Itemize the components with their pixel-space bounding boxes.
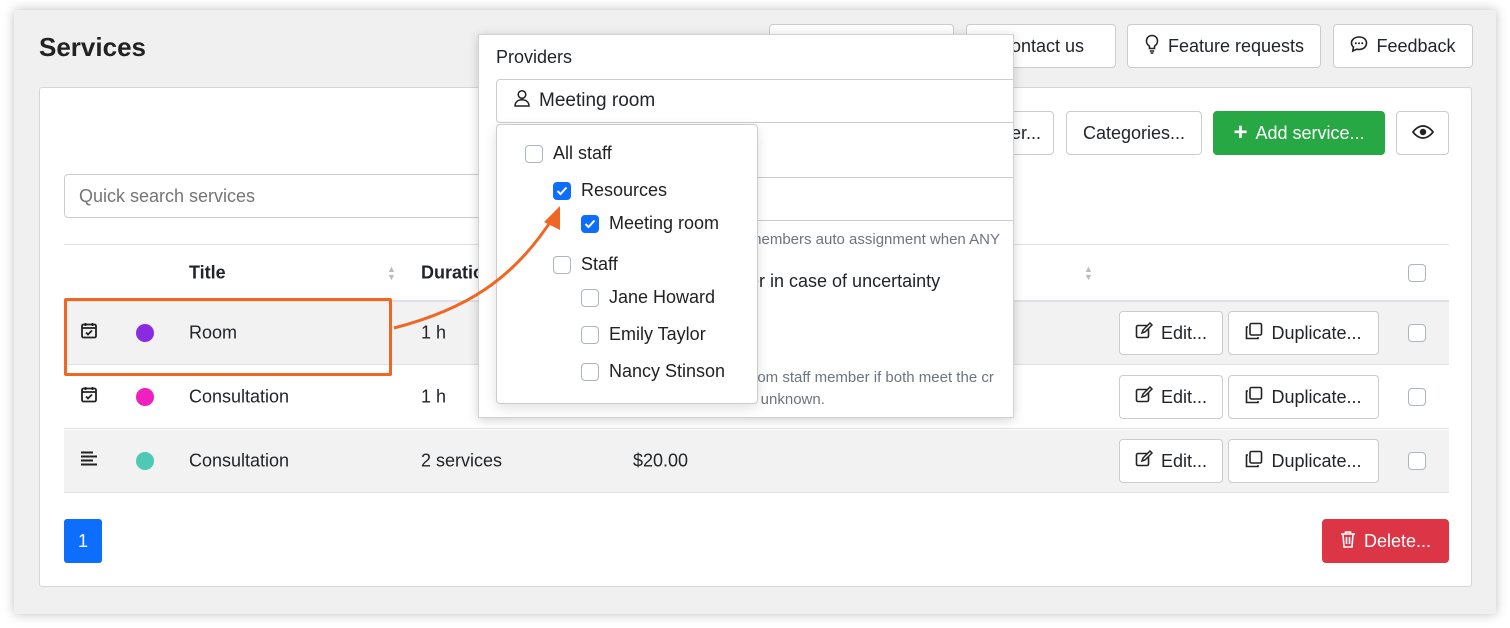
app-window: Services Contact us Feature requests Fee… bbox=[14, 10, 1496, 614]
annotation-arrow bbox=[393, 206, 560, 330]
